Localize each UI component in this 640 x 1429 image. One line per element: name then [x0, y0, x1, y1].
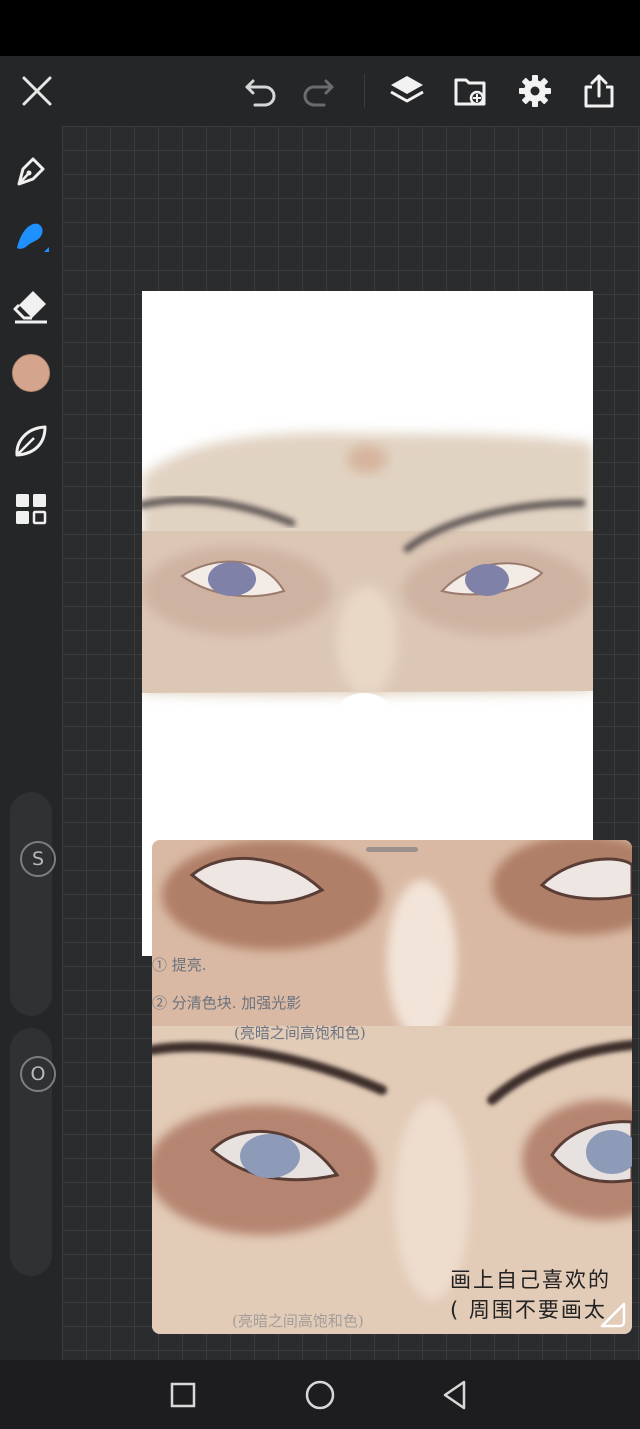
color-button[interactable] [0, 345, 62, 401]
toolbar-divider [364, 74, 365, 108]
reference-note-2: ② 分清色块. 加强光影 [152, 994, 302, 1012]
recent-apps-icon [170, 1382, 196, 1407]
reference-panel[interactable]: ① 提亮. ② 分清色块. 加强光影 (亮暗之间高饱和色) (亮暗之间高饱和色)… [152, 840, 632, 1334]
redo-button[interactable] [288, 56, 348, 126]
reference-note-1: ① 提亮. [152, 956, 207, 974]
back-button[interactable] [425, 1360, 485, 1429]
brush-size-knob[interactable]: S [20, 841, 56, 877]
brush-tool-button[interactable] [0, 210, 62, 266]
pen-tool-button[interactable] [0, 143, 62, 199]
share-button[interactable] [569, 56, 629, 126]
close-button[interactable] [7, 56, 67, 126]
brush-opacity-label: O [30, 1063, 46, 1085]
share-icon [584, 74, 614, 108]
reference-caption-1: 画上自己喜欢的 [450, 1268, 611, 1292]
brush-tool-icon [17, 223, 49, 252]
layers-icon [390, 76, 424, 103]
close-icon [22, 76, 52, 106]
status-bar [0, 0, 640, 56]
brush-size-label: S [31, 848, 45, 870]
gallery-button[interactable] [0, 481, 62, 537]
import-icon [454, 78, 486, 106]
reference-caption-2: ( 周围不要画太 [450, 1298, 607, 1322]
settings-icon [519, 75, 551, 107]
color-swatch [12, 354, 50, 392]
undo-button[interactable] [231, 56, 291, 126]
home-icon [305, 1380, 335, 1409]
layers-button[interactable] [377, 56, 437, 126]
pen-tool-icon [17, 157, 45, 186]
smudge-tool-button[interactable] [0, 413, 62, 469]
eraser-tool-button[interactable] [0, 278, 62, 334]
smudge-tool-icon [15, 425, 47, 457]
back-icon [443, 1380, 466, 1409]
home-button[interactable] [290, 1360, 350, 1429]
undo-icon [245, 79, 276, 107]
brush-size-slider[interactable]: S [10, 792, 56, 1016]
left-sidebar: S O [0, 126, 62, 1360]
reference-note-3: (亮暗之间高饱和色) [234, 1024, 366, 1042]
navigation-bar [0, 1360, 640, 1429]
top-toolbar [0, 56, 640, 126]
settings-button[interactable] [505, 56, 565, 126]
brush-opacity-slider[interactable]: O [10, 1028, 56, 1276]
reference-image [152, 840, 632, 1334]
reference-note-4: (亮暗之间高饱和色) [232, 1312, 364, 1330]
import-button[interactable] [441, 56, 501, 126]
gallery-icon [16, 494, 47, 525]
redo-icon [303, 79, 334, 107]
recent-apps-button[interactable] [153, 1360, 213, 1429]
resize-corner-icon[interactable] [598, 1300, 628, 1330]
reference-drag-handle[interactable] [366, 847, 418, 852]
eraser-tool-icon [13, 291, 47, 324]
brush-opacity-knob[interactable]: O [20, 1056, 56, 1092]
